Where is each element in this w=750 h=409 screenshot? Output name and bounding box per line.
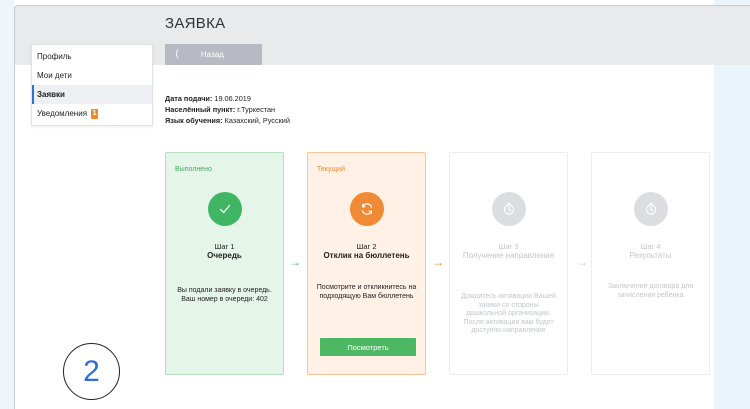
- sidebar-item-label: Мои дети: [37, 71, 72, 80]
- sidebar-item-notifications[interactable]: Уведомления 1: [32, 104, 152, 123]
- step-number: Шаг 1: [214, 242, 235, 251]
- back-button[interactable]: ⟨ Назад: [165, 44, 262, 65]
- step-number: Шаг 4: [640, 242, 661, 251]
- sidebar-item-my-children[interactable]: Мои дети: [32, 66, 152, 85]
- sidebar-item-profile[interactable]: Профиль: [32, 47, 152, 66]
- step-description: Заключение договора для зачисления ребен…: [607, 283, 694, 299]
- step-card-bulletin: Текущий Шаг 2 Отклик на бюллетень Посмот…: [307, 152, 426, 375]
- arrow-right-icon: →: [576, 255, 588, 269]
- sidebar-item-label: Профиль: [37, 52, 72, 61]
- step-name: Получение направления: [462, 251, 555, 260]
- check-icon: [208, 192, 242, 226]
- step-status: Текущий: [317, 166, 345, 173]
- application-language: Язык обучения: Казахский, Русский: [165, 116, 290, 125]
- refresh-icon: [350, 192, 384, 226]
- step-description: Дождитесь активации Вашей заявки со стор…: [461, 293, 556, 334]
- step-name: Результаты: [629, 251, 672, 260]
- chevron-left-icon: ⟨: [175, 48, 179, 60]
- step-name: Отклик на бюллетень: [323, 251, 410, 260]
- clock-icon: [634, 192, 668, 226]
- sidebar: Профиль Мои дети Заявки Уведомления 1: [31, 44, 153, 126]
- annotation-number: 2: [63, 343, 120, 400]
- sidebar-item-label: Заявки: [37, 90, 65, 99]
- application-info: Дата подачи: 19.06.2019 Населённый пункт…: [165, 93, 290, 126]
- notification-count-badge: 1: [91, 108, 99, 119]
- back-button-label: Назад: [200, 50, 224, 59]
- step-description: Посмотрите и откликнитесь на подходящую …: [316, 284, 417, 300]
- step-card-referral: Шаг 3 Получение направления Дождитесь ак…: [449, 152, 568, 375]
- background-decoration-left: [0, 0, 14, 409]
- sidebar-item-label: Уведомления: [37, 109, 88, 118]
- clock-icon: [492, 192, 526, 226]
- step-description: Вы подали заявку в очередь. Ваш номер в …: [177, 287, 272, 303]
- application-locality: Населённый пункт: г.Туркестан: [165, 105, 276, 114]
- step-name: Очередь: [207, 251, 242, 260]
- arrow-right-icon: →: [289, 255, 301, 269]
- step-status: Выполнено: [175, 166, 212, 173]
- view-button[interactable]: Посмотреть: [320, 338, 416, 356]
- arrow-right-icon: →: [432, 255, 444, 269]
- step-card-results: Шаг 4 Результаты Заключение договора для…: [591, 152, 710, 375]
- step-number: Шаг 3: [498, 242, 519, 251]
- step-card-queue: Выполнено Шаг 1 Очередь Вы подали заявку…: [165, 152, 284, 375]
- application-date: Дата подачи: 19.06.2019: [165, 94, 251, 103]
- step-number: Шаг 2: [356, 242, 377, 251]
- sidebar-item-applications[interactable]: Заявки: [32, 85, 152, 104]
- page-title: ЗАЯВКА: [165, 15, 226, 32]
